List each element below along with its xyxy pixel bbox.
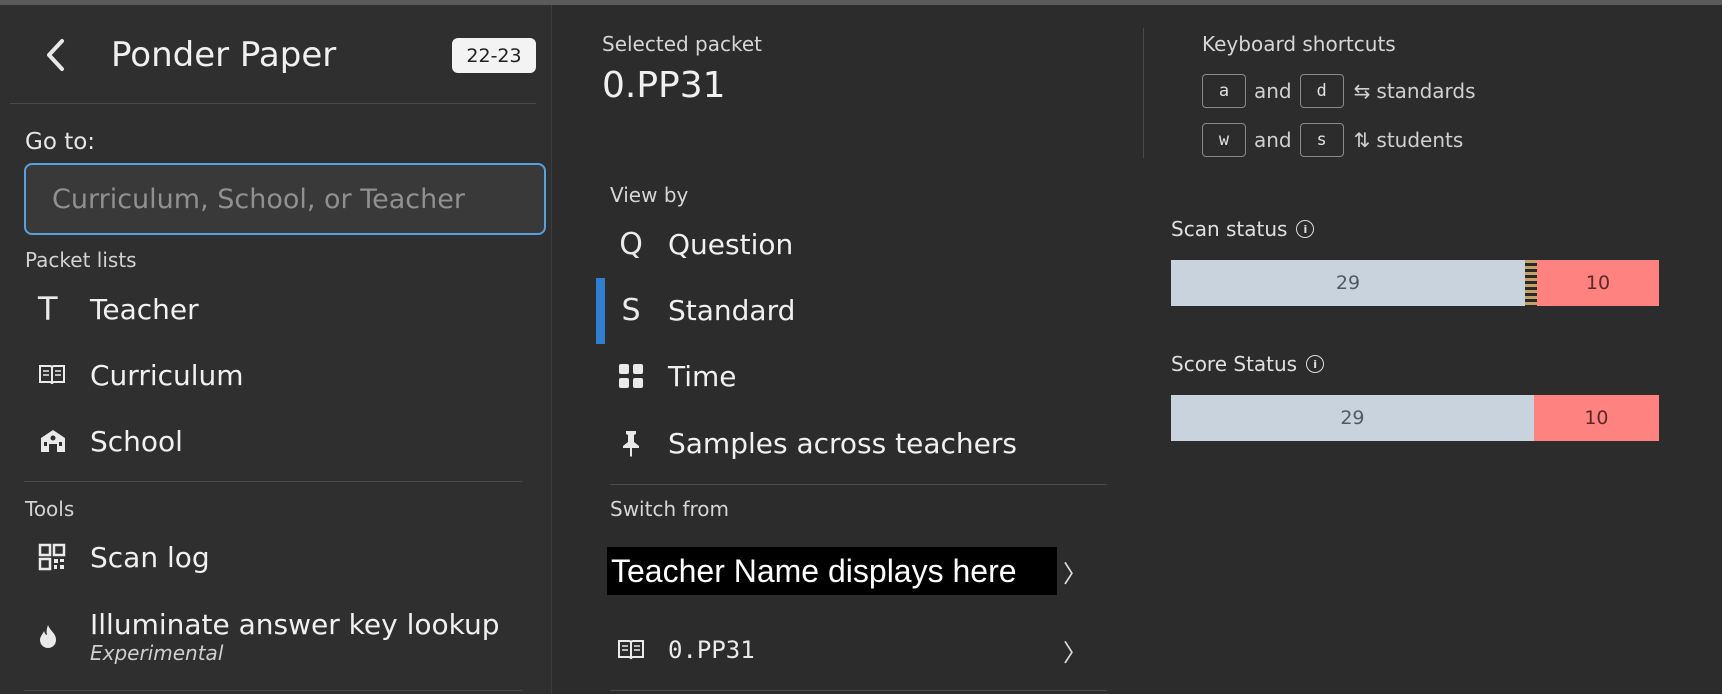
score-status-done-segment: 29	[1171, 395, 1534, 441]
scan-status-done-segment: 29	[1171, 260, 1525, 306]
view-by-option-label: Time	[668, 359, 737, 393]
teacher-name-placeholder: Teacher Name displays here	[607, 547, 1057, 595]
view-by-standard[interactable]: S Standard	[610, 282, 1105, 338]
up-down-arrows-icon: ⇅	[1353, 128, 1371, 152]
info-icon[interactable]: i	[1296, 220, 1315, 238]
grid-icon	[610, 363, 652, 389]
tool-illuminate-lookup[interactable]: Illuminate answer key lookup Experimenta…	[24, 601, 524, 671]
segment-separator	[1524, 260, 1537, 306]
back-button[interactable]	[38, 35, 72, 75]
shortcut-standards: a and d ⇆ standards	[1202, 73, 1476, 109]
vertical-divider	[1143, 28, 1144, 158]
score-status-bar: 29 10	[1171, 395, 1659, 441]
tool-label: Illuminate answer key lookup	[90, 607, 500, 641]
shortcut-target: students	[1376, 128, 1464, 152]
tool-sublabel: Experimental	[90, 640, 224, 665]
goto-label: Go to:	[25, 129, 96, 155]
switch-from-packet[interactable]: 0.PP31 〉	[610, 624, 1105, 676]
school-year-badge[interactable]: 22-23	[452, 38, 536, 73]
keyboard-shortcuts-label: Keyboard shortcuts	[1202, 32, 1396, 56]
packet-list-label: Curriculum	[90, 358, 244, 392]
chevron-left-icon	[47, 39, 64, 71]
view-by-label: View by	[610, 183, 689, 207]
switch-from-label: Switch from	[610, 497, 730, 521]
pin-icon	[610, 429, 652, 457]
divider	[10, 103, 536, 104]
view-by-time[interactable]: Time	[610, 348, 1105, 404]
teacher-t-icon: T	[38, 290, 58, 328]
chevron-right-icon: 〉	[1063, 638, 1087, 667]
packet-lists-label: Packet lists	[25, 248, 137, 272]
scan-status-pending-segment: 10	[1536, 260, 1659, 306]
view-by-samples-across-teachers[interactable]: Samples across teachers	[610, 415, 1105, 471]
shortcut-target: standards	[1376, 79, 1476, 103]
tool-label: Scan log	[90, 540, 210, 574]
shortcut-students: w and s ⇅ students	[1202, 122, 1463, 158]
packet-list-label: Teacher	[90, 292, 199, 326]
key-a: a	[1202, 74, 1246, 108]
packet-list-teacher[interactable]: T Teacher	[24, 283, 524, 335]
tools-label: Tools	[25, 497, 75, 521]
standard-s-icon: S	[621, 292, 641, 328]
active-indicator	[596, 278, 605, 344]
book-icon	[24, 364, 84, 386]
info-icon[interactable]: i	[1306, 355, 1325, 373]
packet-list-label: School	[90, 424, 183, 458]
packet-list-curriculum[interactable]: Curriculum	[24, 349, 524, 401]
view-by-option-label: Standard	[668, 293, 796, 327]
selected-packet-id: 0.PP31	[602, 65, 726, 106]
divider	[24, 690, 522, 691]
goto-search-input[interactable]	[24, 163, 546, 235]
key-d: d	[1299, 74, 1344, 108]
scan-status-bar: 29 10	[1171, 260, 1659, 306]
question-q-icon: Q	[619, 226, 643, 262]
switch-packet-id: 0.PP31	[668, 636, 755, 664]
school-icon	[24, 428, 84, 454]
shortcut-and: and	[1254, 79, 1292, 103]
divider	[24, 481, 522, 482]
selected-packet-label: Selected packet	[602, 32, 763, 56]
scan-status-label: Scan status i	[1171, 217, 1315, 241]
fire-icon	[24, 623, 84, 649]
chevron-right-icon: 〉	[1063, 559, 1087, 588]
key-s: s	[1299, 123, 1344, 157]
packet-list-school[interactable]: School	[24, 415, 524, 467]
key-w: w	[1202, 123, 1246, 157]
shortcut-and: and	[1254, 128, 1292, 152]
divider	[610, 690, 1107, 691]
tool-scan-log[interactable]: Scan log	[24, 531, 524, 583]
book-icon	[610, 639, 652, 661]
view-by-option-label: Question	[668, 227, 794, 261]
qr-code-icon	[24, 543, 84, 571]
left-right-arrows-icon: ⇆	[1353, 79, 1371, 103]
view-by-option-label: Samples across teachers	[668, 426, 1017, 460]
app-title: Ponder Paper	[111, 35, 337, 75]
score-status-text: Score Status	[1171, 352, 1298, 376]
scan-status-text: Scan status	[1171, 217, 1288, 241]
score-status-label: Score Status i	[1171, 352, 1325, 376]
navigation-panel: Ponder Paper 22-23 Go to: Packet lists T…	[0, 5, 552, 694]
divider	[610, 484, 1107, 485]
score-status-pending-segment: 10	[1533, 395, 1659, 441]
view-by-question[interactable]: Q Question	[610, 216, 1105, 272]
